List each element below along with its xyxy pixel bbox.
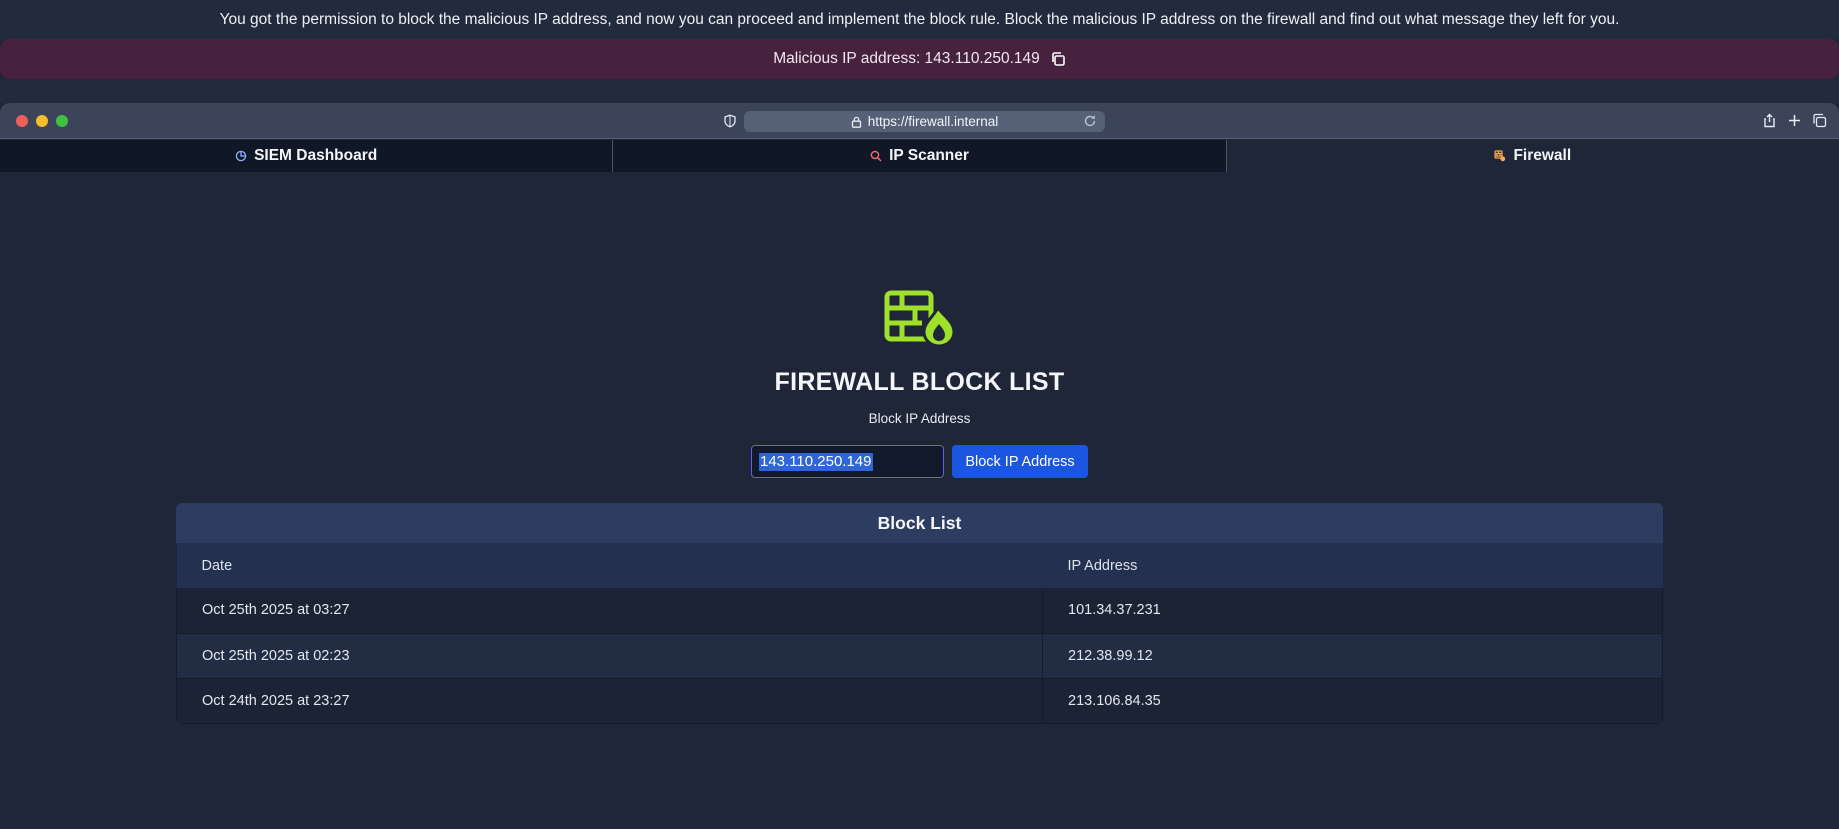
tabs-overview-icon[interactable]: [1812, 113, 1827, 128]
app-tab-bar: SIEM Dashboard IP Scanner Firewall: [0, 140, 1839, 172]
block-ip-label: Block IP Address: [868, 411, 971, 426]
tab-firewall[interactable]: Firewall: [1226, 140, 1839, 172]
table-row: Oct 25th 2025 at 02:23 212.38.99.12: [176, 633, 1663, 679]
tab-ip-scanner[interactable]: IP Scanner: [613, 140, 1227, 172]
table-header-row: Date IP Address: [176, 543, 1663, 588]
malicious-ip-banner: Malicious IP address: 143.110.250.149: [0, 39, 1839, 79]
address-bar[interactable]: https://firewall.internal: [744, 111, 1105, 132]
row-ip: 213.106.84.35: [1042, 678, 1663, 724]
lock-icon: [851, 116, 861, 128]
page-title: FIREWALL BLOCK LIST: [774, 368, 1065, 396]
row-date: Oct 25th 2025 at 02:23: [176, 633, 1043, 679]
tab-label: SIEM Dashboard: [254, 147, 378, 164]
browser-toolbar: https://firewall.internal: [0, 103, 1839, 139]
shield-icon[interactable]: [723, 114, 737, 128]
firewall-icon: [1494, 150, 1506, 162]
share-icon[interactable]: [1762, 113, 1777, 128]
banner-spacer: [0, 79, 1839, 103]
firewall-logo-icon: [884, 290, 956, 346]
column-header-date: Date: [176, 543, 1043, 588]
block-ip-button[interactable]: Block IP Address: [952, 445, 1088, 478]
new-tab-icon[interactable]: [1787, 113, 1802, 128]
column-header-ip: IP Address: [1042, 543, 1663, 588]
row-ip: 101.34.37.231: [1042, 588, 1663, 634]
block-list-title: Block List: [176, 503, 1663, 543]
ip-address-input[interactable]: [751, 445, 944, 478]
minimize-window-button[interactable]: [36, 115, 48, 127]
browser-actions: [1762, 113, 1827, 128]
tab-label: IP Scanner: [889, 147, 969, 164]
row-date: Oct 24th 2025 at 23:27: [176, 678, 1043, 724]
copy-icon[interactable]: [1050, 51, 1066, 67]
row-date: Oct 25th 2025 at 03:27: [176, 588, 1043, 634]
table-row: Oct 24th 2025 at 23:27 213.106.84.35: [176, 678, 1663, 724]
maximize-window-button[interactable]: [56, 115, 68, 127]
malicious-ip-text: Malicious IP address: 143.110.250.149: [773, 50, 1040, 67]
tab-siem-dashboard[interactable]: SIEM Dashboard: [0, 140, 614, 172]
block-list-table: Block List Date IP Address Oct 25th 2025…: [176, 503, 1663, 724]
reload-icon[interactable]: [1083, 114, 1097, 128]
url-text: https://firewall.internal: [867, 114, 999, 129]
dashboard-icon: [235, 150, 247, 162]
window-controls: [16, 115, 68, 127]
row-ip: 212.38.99.12: [1042, 633, 1663, 679]
block-list-grid: Date IP Address Oct 25th 2025 at 03:27 1…: [176, 543, 1663, 724]
tab-label: Firewall: [1513, 147, 1572, 164]
table-row: Oct 25th 2025 at 03:27 101.34.37.231: [176, 588, 1663, 634]
task-instructions: You got the permission to block the mali…: [0, 0, 1839, 39]
close-window-button[interactable]: [16, 115, 28, 127]
search-icon: [870, 150, 882, 162]
